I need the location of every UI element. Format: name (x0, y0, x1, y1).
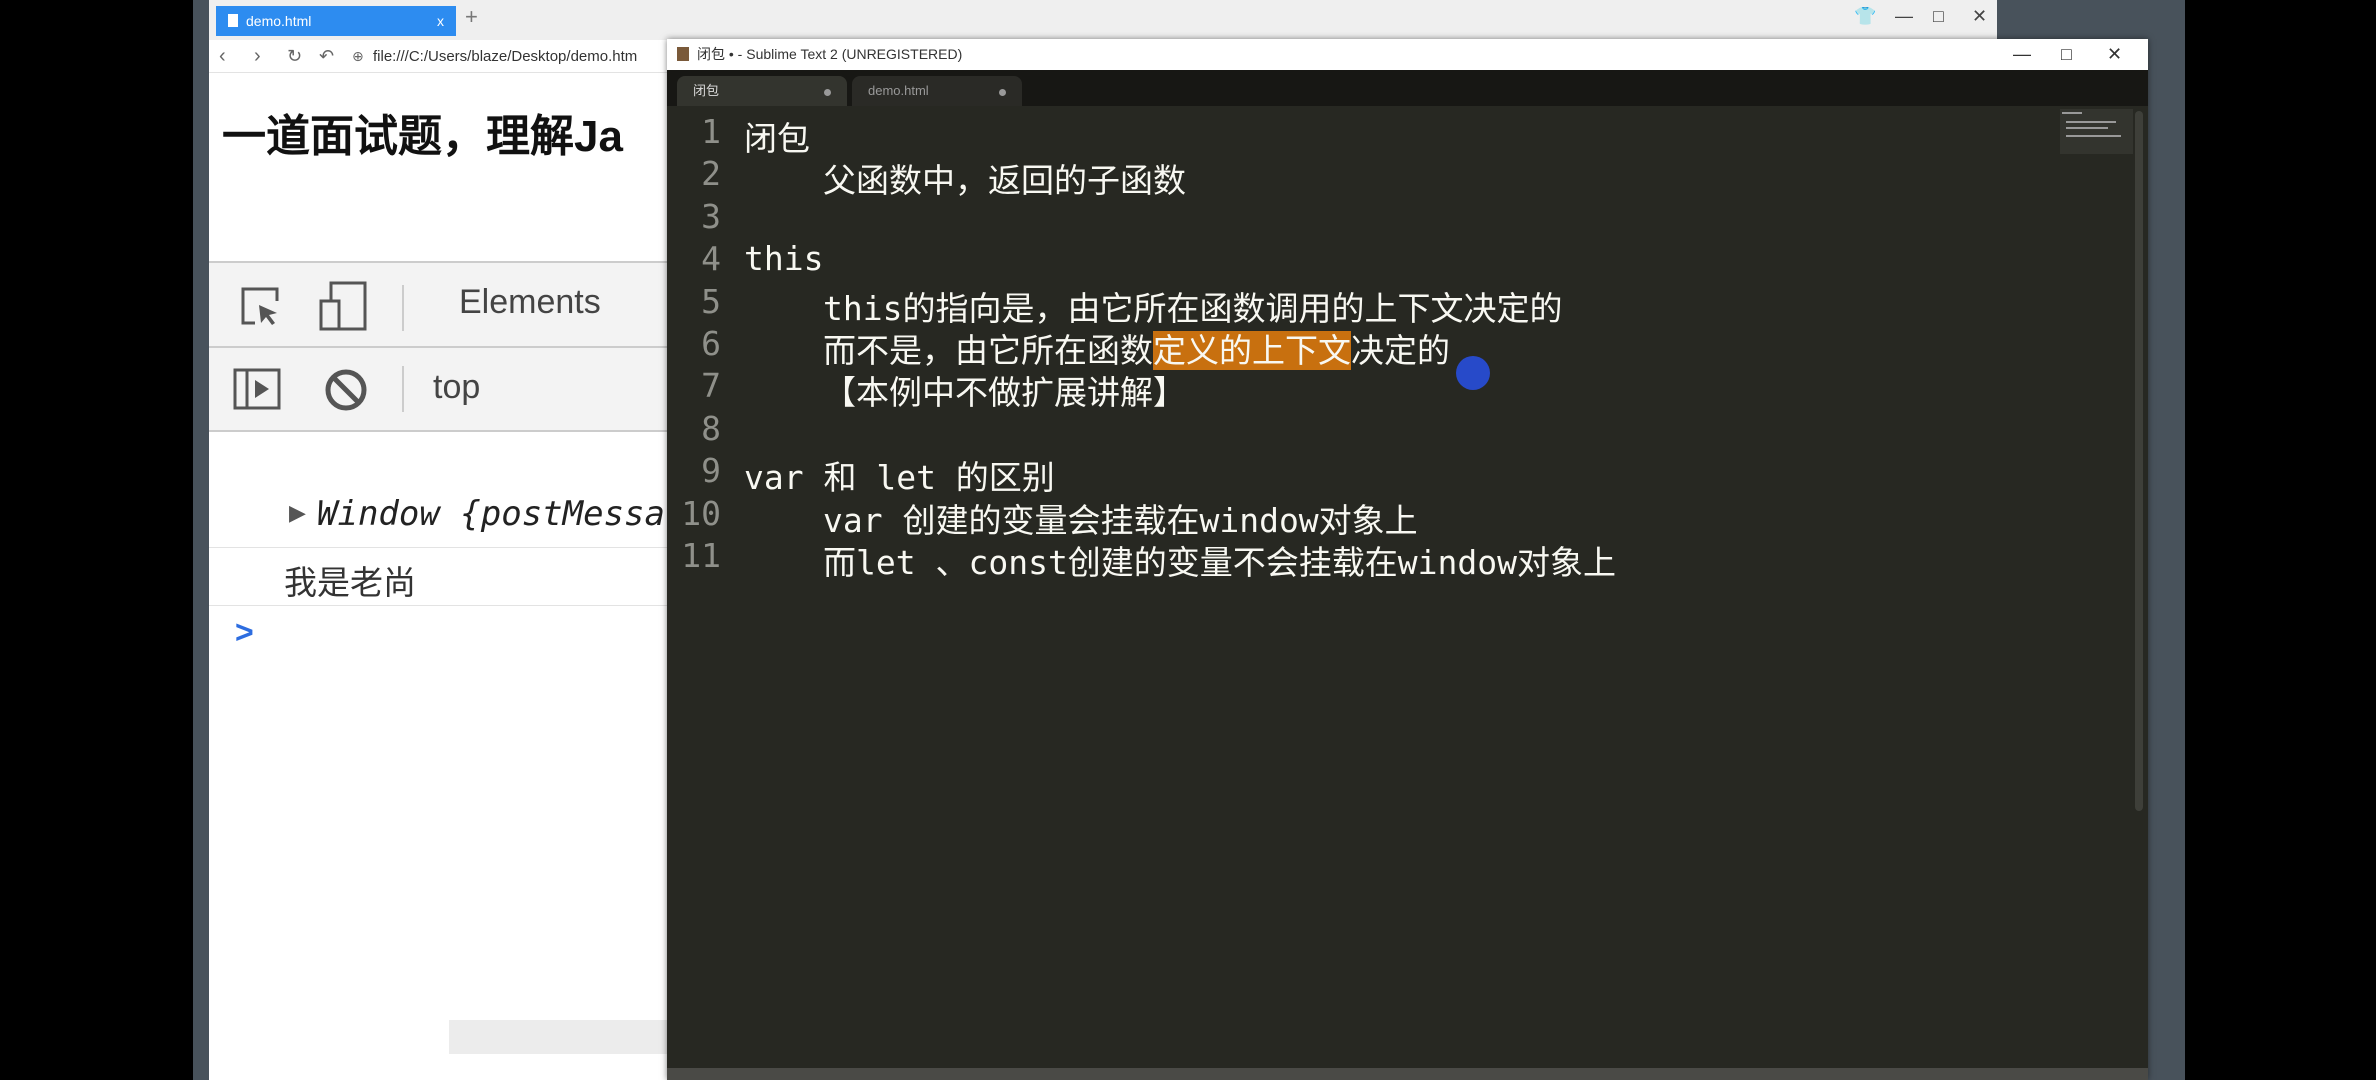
divider (402, 285, 404, 331)
line-number: 7 (701, 366, 721, 406)
tab-close-button[interactable]: x (437, 6, 444, 36)
line-number: 4 (701, 239, 721, 279)
browser-tab-bar: demo.html x + 👕 — □ ✕ (209, 0, 1997, 40)
console-prompt[interactable]: > (235, 614, 254, 651)
line-number: 3 (701, 196, 721, 236)
mouse-cursor-indicator (1456, 356, 1490, 390)
minimap[interactable] (2060, 109, 2133, 154)
line-number: 11 (681, 536, 721, 575)
code-line: 而不是，由它所在函数定义的上下文决定的 (823, 324, 1450, 372)
window-title: 闭包 • - Sublime Text 2 (UNREGISTERED) (697, 46, 963, 62)
tab-label: 闭包 (693, 83, 720, 98)
scrollbar[interactable] (2135, 111, 2143, 811)
code-line: 父函数中，返回的子函数 (823, 161, 1186, 201)
editor-tab-bar: 闭包 demo.html (667, 70, 2148, 106)
unsaved-dot-icon (824, 89, 831, 96)
shield-icon: ⊕ (352, 48, 364, 64)
page-heading: 一道面试题，理解Ja (222, 112, 623, 161)
console-log-text: 我是老尚 (284, 564, 416, 601)
file-icon (228, 14, 238, 27)
sublime-title-bar: 闭包 • - Sublime Text 2 (UNREGISTERED) — □… (667, 39, 2148, 70)
line-number: 5 (701, 281, 721, 321)
status-bar (667, 1068, 2148, 1080)
divider (402, 366, 404, 412)
maximize-button[interactable]: □ (2061, 39, 2072, 70)
minimap-line (2066, 121, 2116, 123)
code-line: this的指向是，由它所在函数调用的上下文决定的 (823, 288, 1563, 328)
console-row: 我是老尚 (209, 548, 669, 606)
inspect-element-icon[interactable] (239, 285, 283, 329)
console-log-text: Window {postMessa (317, 494, 665, 534)
line-number: 6 (701, 324, 721, 363)
sublime-window: 闭包 • - Sublime Text 2 (UNREGISTERED) — □… (667, 39, 2148, 1080)
sidebar-toggle-icon[interactable] (233, 368, 283, 412)
sublime-app-icon (677, 47, 689, 61)
tab-elements[interactable]: Elements (459, 283, 601, 322)
devtools-toolbar: Elements (209, 261, 669, 348)
browser-tab[interactable]: demo.html x (216, 6, 456, 36)
expand-arrow-icon[interactable]: ▶ (289, 500, 306, 526)
minimize-button[interactable]: — (2013, 39, 2031, 70)
code-line: var 和 let 的区别 (744, 458, 1055, 498)
skin-icon[interactable]: 👕 (1854, 6, 1876, 27)
tab-label: demo.html (868, 83, 929, 98)
close-button[interactable]: ✕ (1972, 6, 1987, 27)
tab-title: demo.html (246, 13, 312, 29)
line-number: 8 (701, 408, 721, 448)
device-toolbar-icon[interactable] (319, 281, 369, 333)
selected-text: 定义的上下文 (1153, 331, 1351, 370)
console-toolbar: top (209, 348, 669, 432)
code-text: 而不是，由它所在函数 (823, 331, 1153, 370)
close-button[interactable]: ✕ (2107, 39, 2122, 70)
new-tab-button[interactable]: + (465, 4, 478, 30)
reload-icon[interactable]: ↻ (287, 40, 302, 73)
code-line: 【本例中不做扩展讲解】 (823, 373, 1186, 413)
context-selector[interactable]: top (433, 368, 480, 407)
code-line: this (744, 239, 824, 279)
editor-tab[interactable]: demo.html (852, 76, 1022, 106)
console-row[interactable]: ▶ Window {postMessa (209, 490, 669, 548)
line-number: 9 (701, 451, 721, 491)
minimap-line (2066, 127, 2108, 129)
back-icon[interactable]: ‹ (219, 40, 226, 73)
url-input[interactable]: file:///C:/Users/blaze/Desktop/demo.htm (373, 40, 637, 73)
unsaved-dot-icon (999, 89, 1006, 96)
maximize-button[interactable]: □ (1933, 6, 1944, 27)
minimap-line (2062, 112, 2082, 114)
code-line: 而let 、const创建的变量不会挂载在window对象上 (823, 543, 1617, 582)
code-line: 闭包 (744, 119, 810, 158)
clear-console-icon[interactable] (324, 368, 368, 412)
line-number: 1 (701, 112, 721, 151)
line-number: 2 (701, 154, 721, 194)
undo-icon[interactable]: ↶ (319, 40, 334, 73)
line-number: 10 (681, 493, 721, 533)
minimize-button[interactable]: — (1895, 6, 1913, 27)
code-editor[interactable]: 1 闭包 2 父函数中，返回的子函数 3 4 this 5 this的指向是，由它所在函数调用的… (667, 106, 2148, 1068)
editor-tab-active[interactable]: 闭包 (677, 76, 847, 106)
code-line: var 创建的变量会挂载在window对象上 (823, 500, 1418, 540)
code-text: 决定的 (1351, 331, 1450, 370)
forward-icon[interactable]: › (254, 40, 261, 73)
minimap-line (2066, 135, 2121, 137)
